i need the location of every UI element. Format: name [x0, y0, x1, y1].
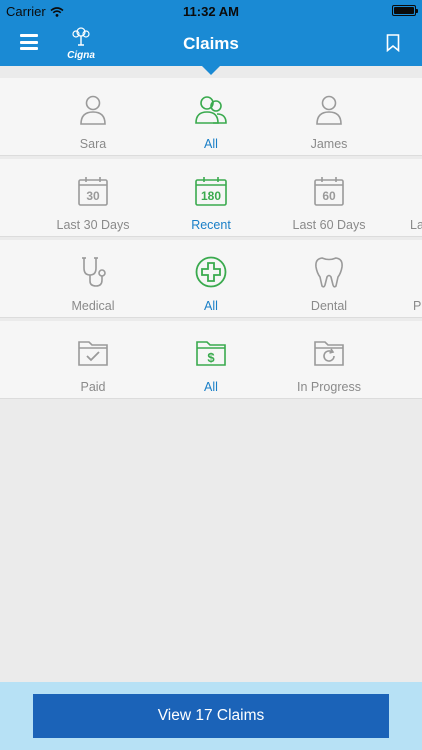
page-title: Claims — [183, 34, 239, 53]
status-bar: Carrier 11:32 AM — [0, 0, 422, 22]
folder-refresh-icon — [314, 341, 344, 366]
period-label: Recent — [191, 218, 231, 232]
svg-text:$: $ — [207, 350, 215, 365]
type-option-all[interactable]: All — [152, 240, 270, 317]
member-option-all[interactable]: All — [152, 78, 270, 155]
bookmark-icon[interactable] — [386, 34, 400, 52]
status-label: Paid — [80, 380, 106, 394]
people-icon — [195, 96, 227, 124]
period-label: La — [410, 218, 422, 232]
calendar-number: 180 — [201, 189, 221, 203]
clock: 11:32 AM — [183, 4, 239, 19]
period-option-last-60-days[interactable]: 60 Last 60 Days — [270, 159, 388, 236]
type-option-partial[interactable]: P — [388, 240, 422, 317]
member-option-sara[interactable]: Sara — [34, 78, 152, 155]
tooth-icon — [315, 257, 343, 288]
period-filter-row: 30 Last 30 Days 180 Recent 60 Last 60 Da… — [0, 159, 422, 237]
nav-bar: Cigna Claims — [0, 22, 422, 66]
type-label: Medical — [71, 299, 115, 313]
folder-check-icon — [78, 341, 108, 366]
footer-bar: View 17 Claims — [0, 682, 422, 750]
type-label: All — [204, 299, 218, 313]
calendar-icon: 30 — [78, 177, 108, 206]
stethoscope-icon — [82, 257, 106, 287]
type-option-medical[interactable]: Medical — [34, 240, 152, 317]
view-claims-button[interactable]: View 17 Claims — [33, 694, 389, 738]
member-filter-row: Sara All James — [0, 78, 422, 156]
status-option-all[interactable]: $ All — [152, 321, 270, 398]
status-option-paid[interactable]: Paid — [34, 321, 152, 398]
period-option-last-30-days[interactable]: 30 Last 30 Days — [34, 159, 152, 236]
status-filter-row: Paid $ All In Progress — [0, 321, 422, 399]
person-icon — [316, 95, 342, 125]
period-option-partial[interactable]: La — [388, 159, 422, 236]
type-option-dental[interactable]: Dental — [270, 240, 388, 317]
calendar-icon: 180 — [195, 177, 227, 206]
status-label: In Progress — [297, 380, 361, 394]
member-label: James — [310, 137, 348, 151]
claims-filters: Sara All James 30 Last 30 Days 180 Recen… — [0, 78, 422, 402]
type-filter-row: Medical All Dental P — [0, 240, 422, 318]
person-icon — [80, 95, 106, 125]
period-label: Last 60 Days — [292, 218, 366, 232]
type-label: P — [413, 299, 422, 313]
member-label: Sara — [79, 137, 107, 151]
calendar-number: 30 — [86, 189, 100, 203]
calendar-icon: 60 — [314, 177, 344, 206]
battery-icon — [392, 5, 418, 16]
status-label: All — [204, 380, 218, 394]
member-option-james[interactable]: James — [270, 78, 388, 155]
period-label: Last 30 Days — [56, 218, 130, 232]
status-option-in-progress[interactable]: In Progress — [270, 321, 388, 398]
folder-dollar-icon: $ — [196, 341, 226, 366]
period-option-recent[interactable]: 180 Recent — [152, 159, 270, 236]
calendar-number: 60 — [322, 189, 336, 203]
medical-cross-icon — [195, 256, 227, 288]
member-label: All — [204, 137, 218, 151]
type-label: Dental — [310, 299, 348, 313]
header-pointer — [202, 66, 220, 75]
